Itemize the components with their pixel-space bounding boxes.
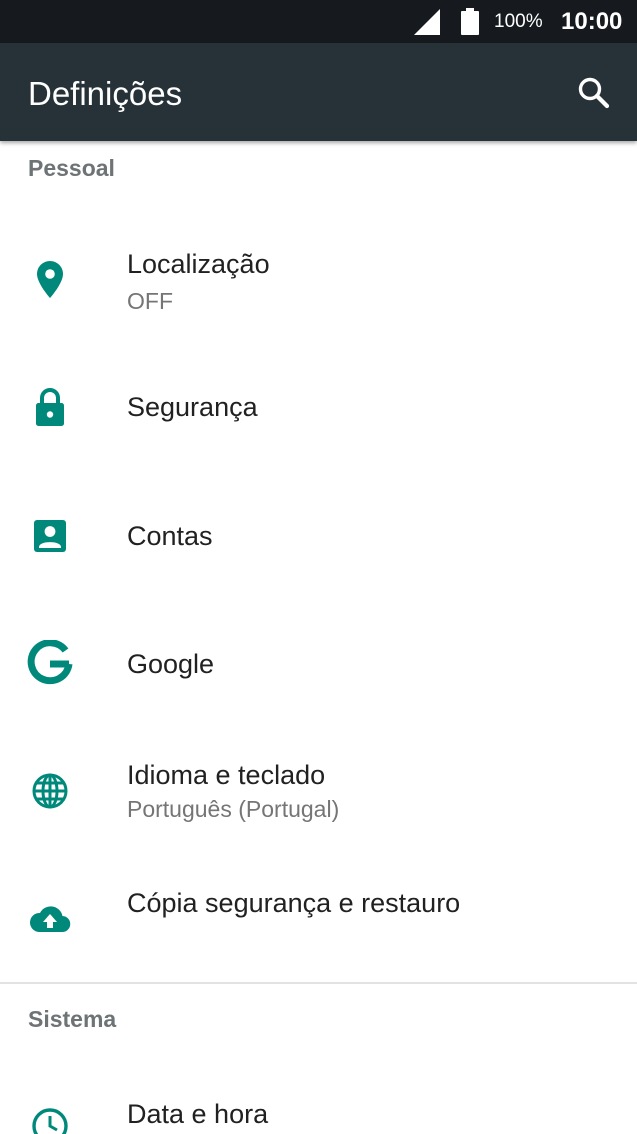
status-clock: 10:00 [561, 8, 623, 35]
account-icon [34, 520, 66, 552]
settings-item-google[interactable]: Google [0, 603, 637, 726]
search-icon [578, 77, 610, 109]
settings-item-location[interactable]: Localização OFF [0, 222, 637, 337]
search-button[interactable] [571, 70, 617, 116]
item-label: Localização [127, 249, 270, 279]
google-icon [27, 640, 73, 685]
settings-item-backup[interactable]: Cópia segurança e restauro [0, 861, 637, 979]
page-title: Definições [28, 75, 183, 112]
item-label: Data e hora [127, 1099, 269, 1129]
item-label: Contas [127, 521, 213, 551]
item-label: Cópia segurança e restauro [127, 888, 461, 918]
clock-icon [32, 1108, 68, 1134]
settings-item-language[interactable]: Idioma e teclado Português (Portugal) [0, 733, 637, 856]
section-divider [0, 982, 637, 984]
cloud-upload-icon [29, 906, 71, 933]
settings-item-security[interactable]: Segurança [0, 347, 637, 470]
battery-icon [461, 8, 479, 35]
item-label: Google [127, 649, 215, 679]
section-header-system: Sistema [28, 1006, 117, 1032]
app-bar: Definições [0, 43, 637, 141]
battery-percent: 100% [494, 11, 543, 32]
item-label: Idioma e teclado [127, 760, 326, 790]
item-label: Segurança [127, 392, 258, 422]
item-summary: Português (Portugal) [127, 796, 340, 822]
settings-item-accounts[interactable]: Contas [0, 475, 637, 598]
location-icon [37, 261, 63, 298]
item-summary: OFF [127, 288, 173, 314]
status-bar: 100% 10:00 [0, 0, 637, 43]
settings-item-date-time[interactable]: Data e hora [0, 1072, 637, 1134]
globe-icon [32, 773, 68, 809]
lock-icon [36, 388, 64, 426]
signal-icon [414, 9, 440, 35]
section-header-personal: Pessoal [28, 155, 115, 181]
